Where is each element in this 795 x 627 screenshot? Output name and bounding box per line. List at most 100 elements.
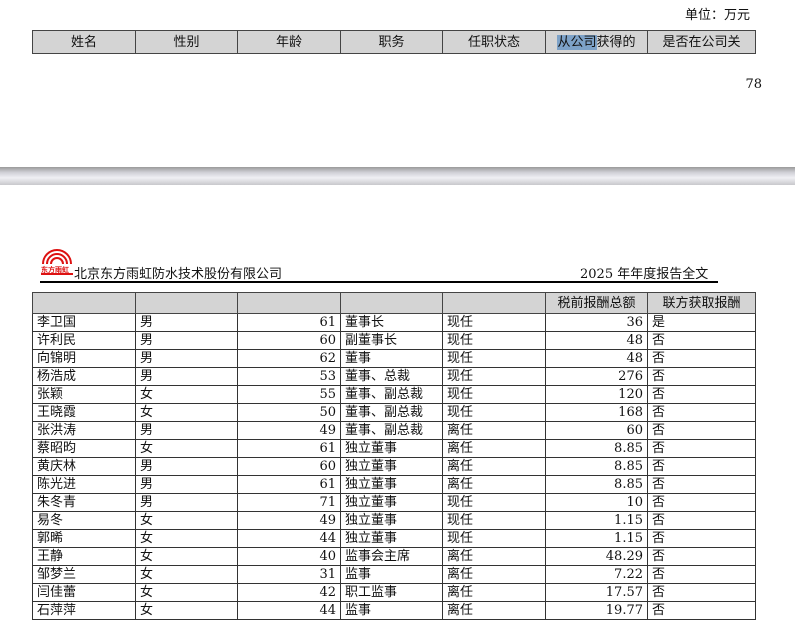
cell-related-party-pay: 否 bbox=[647, 583, 756, 602]
cell-status: 现任 bbox=[442, 403, 546, 422]
cell-name: 邹梦兰 bbox=[32, 565, 136, 584]
cell-gender: 男 bbox=[135, 367, 238, 386]
cell-position: 董事、副总裁 bbox=[340, 403, 443, 422]
cell-related-party-pay: 否 bbox=[647, 511, 756, 530]
page1-table-header: 姓名 性别 年龄 职务 任职状态 从公司获得的 是否在公司关 bbox=[32, 30, 756, 54]
cell-name: 王晓霞 bbox=[32, 403, 136, 422]
cell-status: 现任 bbox=[442, 367, 546, 386]
header-cell bbox=[237, 292, 341, 314]
cell-position: 独立董事 bbox=[340, 493, 443, 512]
cell-gender: 女 bbox=[135, 583, 238, 602]
cell-age: 42 bbox=[237, 583, 341, 602]
cell-gender: 男 bbox=[135, 475, 238, 494]
table-row: 王静女 40 监事会主席 离任 48.29 否 bbox=[32, 547, 756, 566]
cell-status: 离任 bbox=[442, 457, 546, 476]
cell-status: 现任 bbox=[442, 313, 546, 332]
cell-gender: 女 bbox=[135, 439, 238, 458]
cell-related-party-pay: 否 bbox=[647, 367, 756, 386]
cell-name: 易冬 bbox=[32, 511, 136, 530]
page-number: 78 bbox=[745, 77, 762, 92]
table-row: 王晓霞女 50 董事、副总裁 现任 168 否 bbox=[32, 403, 756, 422]
cell-pretax-pay: 8.85 bbox=[545, 439, 648, 458]
cell-name: 陈光进 bbox=[32, 475, 136, 494]
cell-age: 62 bbox=[237, 349, 341, 368]
table-row: 郭晞女 44 独立董事 现任 1.15 否 bbox=[32, 529, 756, 548]
cell-gender: 女 bbox=[135, 385, 238, 404]
cell-gender: 男 bbox=[135, 493, 238, 512]
header-age: 年龄 bbox=[237, 30, 341, 54]
cell-position: 独立董事 bbox=[340, 529, 443, 548]
cell-position: 职工监事 bbox=[340, 583, 443, 602]
table-row: 杨浩成男 53 董事、总裁 现任 276 否 bbox=[32, 367, 756, 386]
header-gender: 性别 bbox=[135, 30, 238, 54]
table-row: 向锦明男 62 董事 现任 48 否 bbox=[32, 349, 756, 368]
cell-related-party-pay: 否 bbox=[647, 421, 756, 440]
cell-age: 61 bbox=[237, 313, 341, 332]
cell-related-party-pay: 否 bbox=[647, 475, 756, 494]
cell-pretax-pay: 19.77 bbox=[545, 601, 648, 620]
cell-age: 53 bbox=[237, 367, 341, 386]
cell-position: 独立董事 bbox=[340, 457, 443, 476]
cell-pretax-pay: 48 bbox=[545, 331, 648, 350]
table-row: 石萍萍女 44 监事 离任 19.77 否 bbox=[32, 601, 756, 620]
cell-related-party-pay: 否 bbox=[647, 439, 756, 458]
header-rule bbox=[40, 281, 718, 283]
cell-status: 离任 bbox=[442, 565, 546, 584]
cell-gender: 女 bbox=[135, 547, 238, 566]
page-break bbox=[0, 167, 795, 185]
table-row: 朱冬青男 71 独立董事 现任 10 否 bbox=[32, 493, 756, 512]
cell-gender: 男 bbox=[135, 457, 238, 476]
cell-age: 60 bbox=[237, 457, 341, 476]
cell-name: 许利民 bbox=[32, 331, 136, 350]
table-header-row: 税前报酬总额 联方获取报酬 bbox=[32, 292, 756, 314]
table-row: 蔡昭昀女 61 独立董事 离任 8.85 否 bbox=[32, 439, 756, 458]
cell-age: 49 bbox=[237, 421, 341, 440]
cell-position: 董事长 bbox=[340, 313, 443, 332]
cell-related-party-pay: 否 bbox=[647, 565, 756, 584]
company-logo-icon: 东方雨虹 bbox=[41, 249, 73, 275]
cell-name: 蔡昭昀 bbox=[32, 439, 136, 458]
cell-pretax-pay: 48 bbox=[545, 349, 648, 368]
selected-text[interactable]: 从公司 bbox=[557, 34, 597, 50]
cell-gender: 男 bbox=[135, 313, 238, 332]
header-cell bbox=[340, 292, 443, 314]
header-position: 职务 bbox=[340, 30, 443, 54]
cell-name: 朱冬青 bbox=[32, 493, 136, 512]
header-cell bbox=[135, 292, 238, 314]
cell-name: 黄庆林 bbox=[32, 457, 136, 476]
cell-age: 71 bbox=[237, 493, 341, 512]
cell-name: 向锦明 bbox=[32, 349, 136, 368]
header-compensation: 从公司获得的 bbox=[545, 30, 648, 54]
cell-status: 离任 bbox=[442, 475, 546, 494]
cell-age: 49 bbox=[237, 511, 341, 530]
cell-related-party-pay: 否 bbox=[647, 349, 756, 368]
unit-label: 单位：万元 bbox=[684, 8, 750, 23]
cell-pretax-pay: 8.85 bbox=[545, 475, 648, 494]
cell-pretax-pay: 1.15 bbox=[545, 511, 648, 530]
cell-related-party-pay: 否 bbox=[647, 529, 756, 548]
cell-gender: 男 bbox=[135, 349, 238, 368]
cell-position: 独立董事 bbox=[340, 475, 443, 494]
cell-age: 61 bbox=[237, 475, 341, 494]
cell-name: 张洪涛 bbox=[32, 421, 136, 440]
cell-status: 现任 bbox=[442, 511, 546, 530]
header-name: 姓名 bbox=[32, 30, 136, 54]
cell-position: 独立董事 bbox=[340, 511, 443, 530]
cell-related-party-pay: 否 bbox=[647, 601, 756, 620]
cell-age: 31 bbox=[237, 565, 341, 584]
cell-related-party-pay: 是 bbox=[647, 313, 756, 332]
cell-status: 离任 bbox=[442, 421, 546, 440]
report-title: 2025 年年度报告全文 bbox=[580, 267, 709, 282]
header-related-party: 是否在公司关 bbox=[647, 30, 756, 54]
cell-pretax-pay: 120 bbox=[545, 385, 648, 404]
table-row: 张洪涛男 49 董事、副总裁 离任 60 否 bbox=[32, 421, 756, 440]
cell-status: 离任 bbox=[442, 583, 546, 602]
cell-status: 现任 bbox=[442, 385, 546, 404]
cell-position: 监事会主席 bbox=[340, 547, 443, 566]
cell-position: 董事 bbox=[340, 349, 443, 368]
cell-name: 郭晞 bbox=[32, 529, 136, 548]
cell-status: 离任 bbox=[442, 601, 546, 620]
cell-age: 44 bbox=[237, 601, 341, 620]
cell-position: 董事、副总裁 bbox=[340, 385, 443, 404]
cell-position: 独立董事 bbox=[340, 439, 443, 458]
